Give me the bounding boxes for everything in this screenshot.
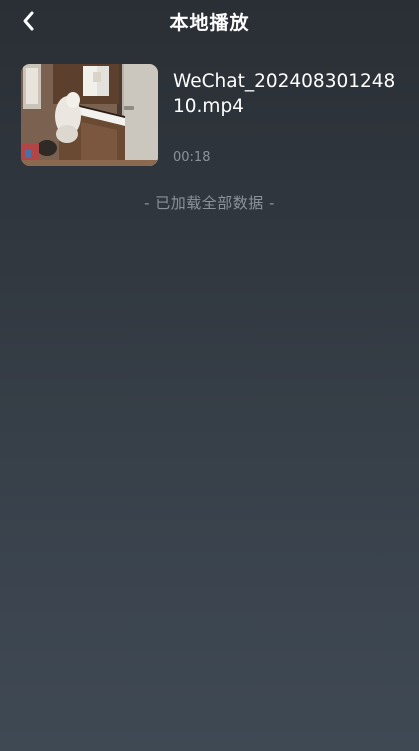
- video-duration: 00:18: [173, 150, 211, 165]
- video-thumbnail[interactable]: [21, 64, 158, 166]
- thumbnail-image: [21, 64, 158, 166]
- video-list-item[interactable]: WeChat_20240830124810.mp4 00:18: [21, 64, 401, 168]
- list-end-status: - 已加载全部数据 -: [144, 194, 275, 212]
- video-file-name: WeChat_20240830124810.mp4: [173, 71, 396, 117]
- header-bar: 本地播放: [0, 0, 419, 42]
- local-playback-screen: 本地播放 WeChat_20240830124810.mp4 00:18 - 已…: [0, 0, 419, 751]
- page-title: 本地播放: [169, 12, 250, 34]
